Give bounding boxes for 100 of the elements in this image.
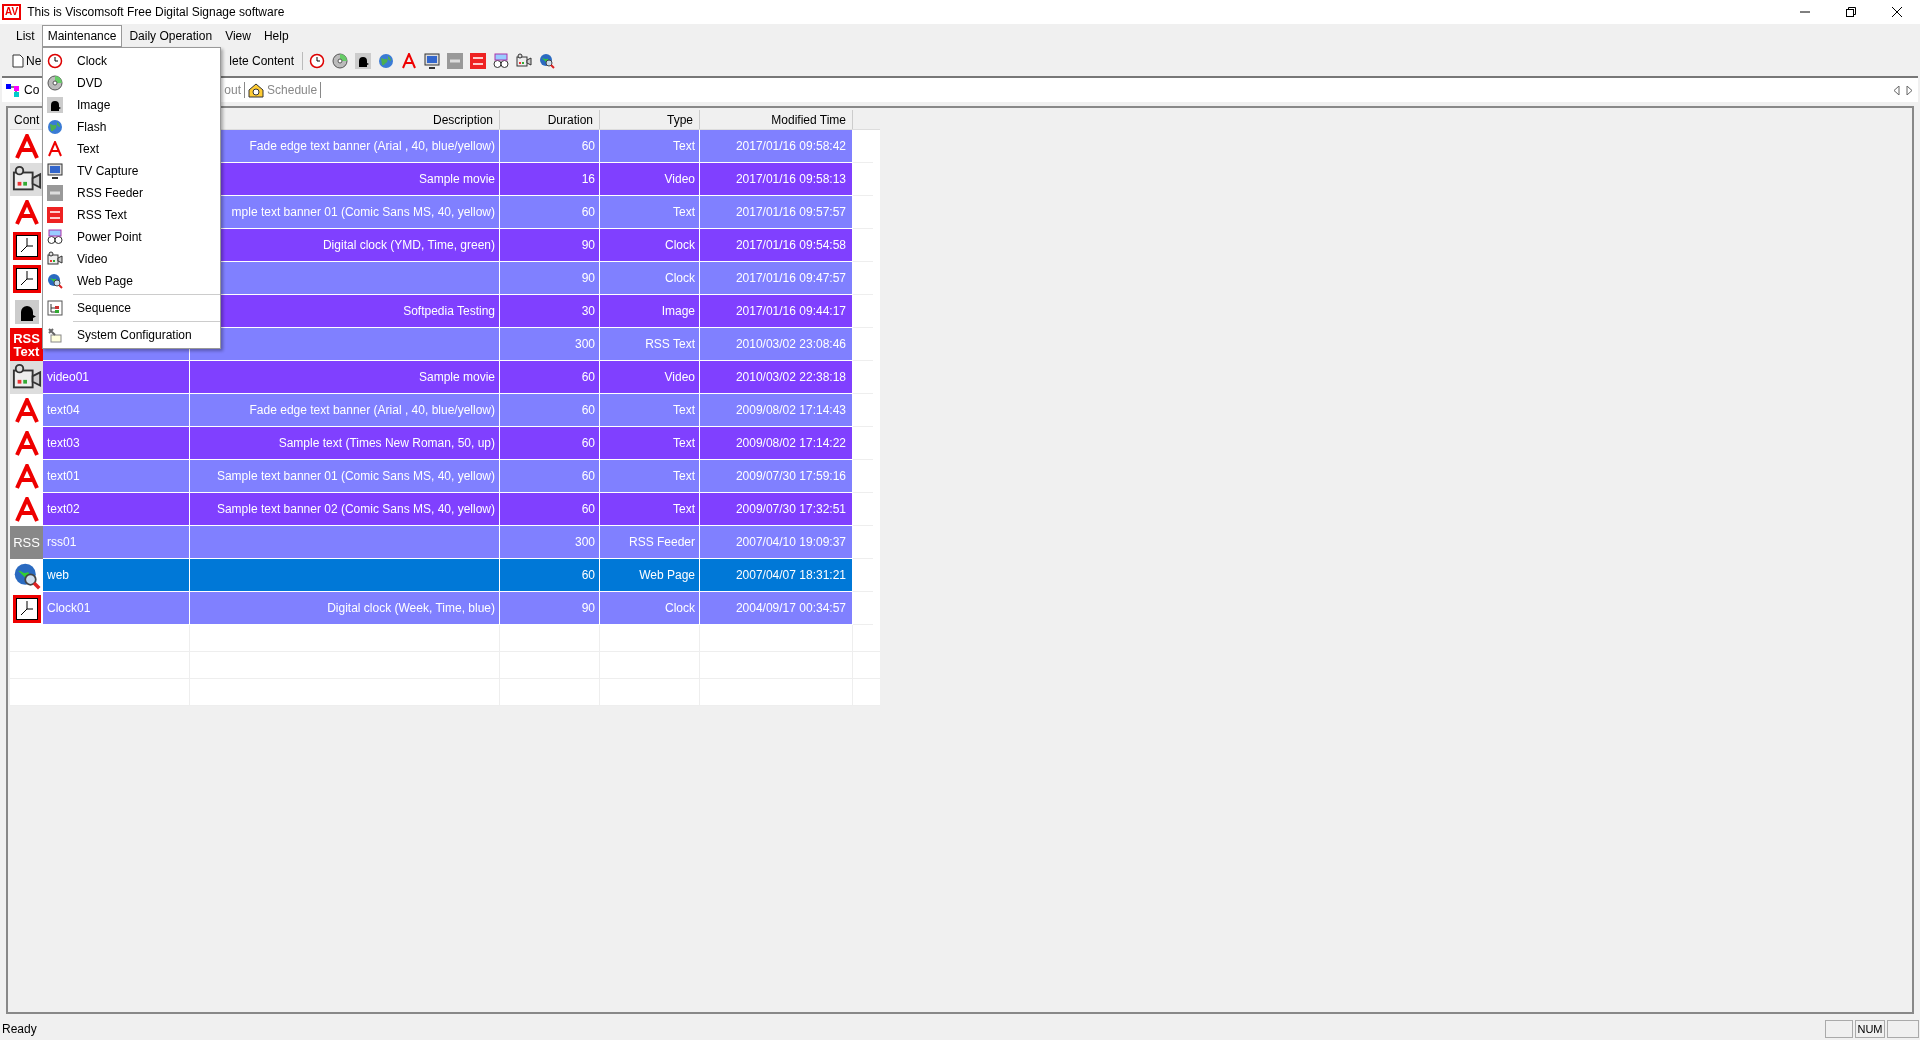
- table-cell: 2017/01/16 09:54:58: [700, 229, 853, 262]
- table-cell: 2017/01/16 09:47:57: [700, 262, 853, 295]
- table-cell: 60: [500, 361, 600, 394]
- status-text: Ready: [2, 1021, 37, 1038]
- table-cell: Clock: [600, 592, 700, 625]
- letter-a-icon: [13, 397, 40, 424]
- menu-item[interactable]: Maintenance: [41, 25, 123, 47]
- rss-icon: [470, 53, 487, 69]
- table-row[interactable]: RSS rss01 300 RSS Feeder 2007/04/10 19:09:37: [10, 526, 880, 559]
- table-cell: 30: [500, 295, 600, 328]
- table-cell: 60: [500, 130, 600, 163]
- table-cell: Text: [600, 493, 700, 526]
- clock-icon: [12, 594, 41, 623]
- table-cell: text01: [43, 460, 190, 493]
- table-cell: text03: [43, 427, 190, 460]
- scroll-left-icon[interactable]: [1894, 85, 1900, 95]
- table-cell: 2010/03/02 22:38:18: [700, 361, 853, 394]
- globe-magnifier-icon: [539, 53, 556, 69]
- table-cell: Sample movie: [190, 361, 500, 394]
- table-cell: text04: [43, 394, 190, 427]
- disc-icon: [47, 75, 63, 91]
- menu-option[interactable]: DVD: [43, 72, 220, 94]
- menu-item[interactable]: List: [10, 25, 41, 47]
- table-cell: Text: [600, 460, 700, 493]
- disc-icon: [332, 53, 349, 69]
- house-clock-icon: [248, 82, 265, 98]
- table-cell: Fade edge text banner (Arial , 40, blue/yellow): [190, 394, 500, 427]
- table-cell: 16: [500, 163, 600, 196]
- column-header[interactable]: Modified Time: [700, 110, 853, 129]
- tab[interactable]: out: [224, 79, 242, 101]
- camera-icon: [516, 53, 533, 69]
- table-cell: 60: [500, 196, 600, 229]
- table-row[interactable]: text02 Sample text banner 02 (Comic Sans MS, 40, yellow) 60 Text 2009/07/30 17:32:51: [10, 493, 880, 526]
- table-row[interactable]: text03 Sample text (Times New Roman, 50, up) 60 Text 2009/08/02 17:14:22: [10, 427, 880, 460]
- table-cell: 90: [500, 592, 600, 625]
- binoculars-icon: [47, 229, 63, 245]
- table-row[interactable]: video01 Sample movie 60 Video 2010/03/02 22:38:18: [10, 361, 880, 394]
- table-cell: Digital clock (Week, Time, blue): [190, 592, 500, 625]
- table-cell: video01: [43, 361, 190, 394]
- table-cell: Text: [600, 130, 700, 163]
- letter-a-icon: [47, 141, 63, 157]
- tab[interactable]: Co: [5, 79, 40, 101]
- rss-icon: RSS: [10, 526, 43, 559]
- app-logo: AV: [2, 4, 22, 20]
- table-row[interactable]: web 60 Web Page 2007/04/07 18:31:21: [10, 559, 880, 592]
- table-cell: 2004/09/17 00:34:57: [700, 592, 853, 625]
- table-cell: text02: [43, 493, 190, 526]
- globe-icon: [378, 53, 395, 69]
- menu-item[interactable]: Daily Operation: [123, 25, 219, 47]
- rss-icon: [447, 53, 464, 69]
- table-cell: 60: [500, 460, 600, 493]
- column-header[interactable]: Duration: [500, 110, 600, 129]
- scroll-right-icon[interactable]: [1906, 85, 1912, 95]
- close-icon[interactable]: [1892, 7, 1902, 17]
- table-cell: 2017/01/16 09:58:13: [700, 163, 853, 196]
- rss-icon: [47, 207, 63, 223]
- tab[interactable]: Schedule: [248, 79, 318, 101]
- globe-magnifier-icon: [12, 561, 41, 590]
- globe-icon: [47, 119, 63, 135]
- table-cell: 300: [500, 526, 600, 559]
- table-cell: Sample text banner 02 (Comic Sans MS, 40, yellow): [190, 493, 500, 526]
- table-cell: Video: [600, 361, 700, 394]
- globe-magnifier-icon: [47, 273, 63, 289]
- new-button[interactable]: Ne: [12, 50, 42, 72]
- status-pane: [1825, 1020, 1853, 1038]
- column-header[interactable]: Type: [600, 110, 700, 129]
- status-pane: [1887, 1020, 1919, 1038]
- table-cell: 60: [500, 427, 600, 460]
- monitor-icon: [424, 53, 441, 69]
- table-cell: Video: [600, 163, 700, 196]
- blocks-icon: [5, 82, 21, 98]
- menu-option[interactable]: Web Page: [43, 270, 220, 292]
- table-cell: Sample text (Times New Roman, 50, up): [190, 427, 500, 460]
- table-cell: Clock: [600, 229, 700, 262]
- table-cell: Text: [600, 196, 700, 229]
- rss-icon: RSS Text: [10, 328, 43, 361]
- head-icon: [47, 97, 63, 113]
- table-cell: Image: [600, 295, 700, 328]
- delete-content-button[interactable]: lete Content: [227, 50, 297, 72]
- table-cell: 60: [500, 559, 600, 592]
- table-cell: 60: [500, 493, 600, 526]
- head-icon: [355, 53, 372, 69]
- table-cell: 2017/01/16 09:44:17: [700, 295, 853, 328]
- menu-option[interactable]: Clock: [43, 50, 220, 72]
- tree-icon: [47, 300, 63, 316]
- table-cell: web: [43, 559, 190, 592]
- table-cell: 2007/04/07 18:31:21: [700, 559, 853, 592]
- table-cell: Clock01: [43, 592, 190, 625]
- tools-icon: [47, 327, 63, 343]
- head-icon: [14, 299, 39, 324]
- menu-item[interactable]: View: [219, 25, 257, 47]
- table-cell: 2017/01/16 09:58:42: [700, 130, 853, 163]
- letter-a-icon: [401, 53, 418, 69]
- menu-item[interactable]: Help: [257, 25, 295, 47]
- letter-a-icon: [13, 463, 40, 490]
- document-icon: [12, 54, 24, 68]
- restore-icon[interactable]: [1846, 7, 1856, 17]
- table-cell: 2009/07/30 17:32:51: [700, 493, 853, 526]
- table-cell: RSS Feeder: [600, 526, 700, 559]
- table-cell: 90: [500, 229, 600, 262]
